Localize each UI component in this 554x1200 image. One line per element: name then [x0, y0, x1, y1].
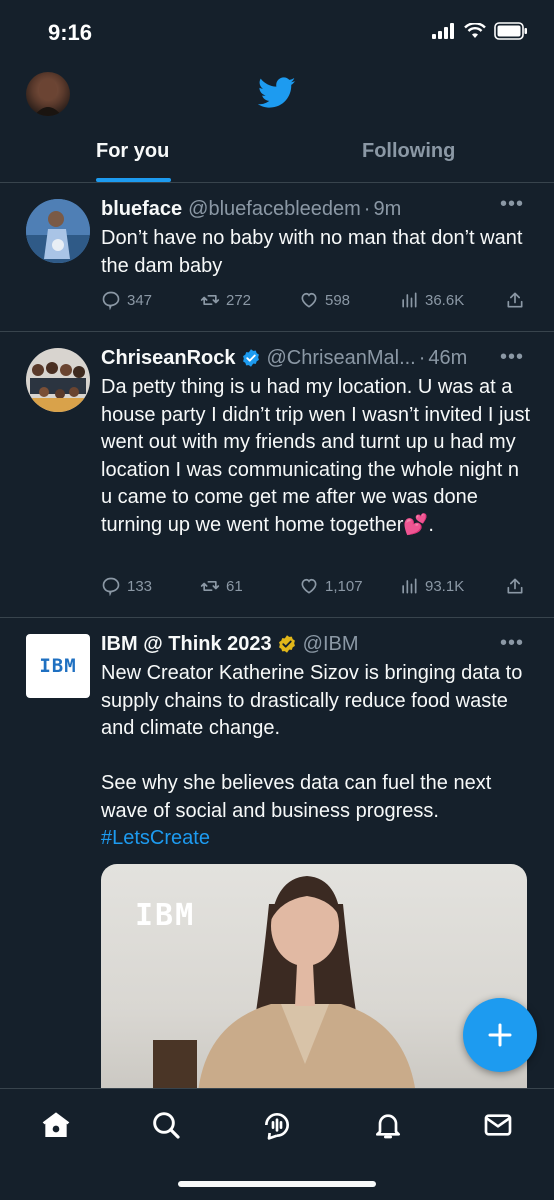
tweet-text-paragraph: See why she believes data can fuel the n… [101, 772, 497, 822]
profile-avatar[interactable] [26, 72, 70, 116]
like-button[interactable]: 598 [299, 290, 350, 310]
retweet-count: 272 [226, 291, 252, 309]
tweet-text: Don’t have no baby with no man that don’… [101, 227, 528, 277]
share-button[interactable] [505, 576, 525, 596]
tweet-actions: 133 61 1,107 93.1K [101, 576, 529, 600]
spaces-icon[interactable] [261, 1109, 293, 1141]
tweet-actions: 347 272 598 36.6K [101, 290, 529, 314]
views-icon [402, 578, 417, 594]
tweet-header: blueface @bluefacebleedem · 9m [101, 195, 401, 223]
reply-button[interactable]: 133 [101, 576, 152, 596]
views-button[interactable]: 93.1K [399, 576, 464, 596]
plus-icon [488, 1023, 512, 1047]
separator: · [418, 346, 426, 369]
messages-icon[interactable] [482, 1109, 514, 1141]
view-count: 93.1K [425, 577, 465, 595]
battery-icon [494, 22, 527, 40]
tweet[interactable]: ChriseanRock @ChriseanMal... · 46m ••• D… [0, 332, 554, 617]
timestamp[interactable]: 46m [428, 347, 467, 370]
tab-following[interactable]: Following [362, 140, 455, 163]
signal-icon [432, 23, 454, 39]
heart-icon [301, 578, 317, 594]
hashtag-link[interactable]: #LetsCreate [101, 827, 210, 849]
notifications-icon[interactable] [372, 1109, 404, 1141]
tweet-text-paragraph: New Creator Katherine Sizov is bringing … [101, 662, 528, 739]
tweet-header: IBM @ Think 2023 @IBM [101, 630, 359, 658]
views-icon [402, 292, 417, 308]
avatar[interactable] [26, 348, 90, 412]
like-count: 1,107 [325, 577, 363, 595]
media-person [153, 876, 417, 1104]
more-icon[interactable]: ••• [500, 346, 524, 369]
retweet-button[interactable]: 61 [200, 576, 243, 596]
tweet[interactable]: blueface @bluefacebleedem · 9m ••• Don’t… [0, 183, 554, 331]
twitter-bird-icon[interactable] [258, 76, 296, 110]
avatar[interactable] [26, 199, 90, 263]
display-name[interactable]: ChriseanRock [101, 347, 236, 370]
like-count: 598 [325, 291, 351, 309]
home-icon[interactable] [40, 1109, 72, 1141]
tweet-media-video[interactable]: IBM [101, 864, 527, 1104]
reply-count: 133 [127, 577, 153, 595]
more-icon[interactable]: ••• [500, 193, 524, 216]
reply-icon [102, 291, 120, 310]
verified-gold-badge-icon [278, 635, 295, 653]
reply-count: 347 [127, 291, 153, 309]
share-icon [507, 292, 523, 308]
retweet-button[interactable]: 272 [200, 290, 251, 310]
tab-for-you[interactable]: For you [96, 140, 169, 163]
retweet-icon [200, 295, 220, 305]
display-name[interactable]: IBM @ Think 2023 [101, 633, 272, 656]
home-indicator[interactable] [178, 1181, 376, 1187]
tweet-text: New Creator Katherine Sizov is bringing … [101, 660, 531, 853]
compose-tweet-button[interactable] [463, 998, 537, 1072]
retweet-icon [200, 581, 220, 591]
ibm-logo: IBM [39, 655, 77, 677]
handle[interactable]: @IBM [303, 633, 359, 656]
status-icons [432, 22, 528, 40]
handle[interactable]: @ChriseanMal... [267, 347, 416, 370]
tweet-header: ChriseanRock @ChriseanMal... · 46m [101, 344, 467, 372]
retweet-count: 61 [226, 577, 243, 595]
reply-button[interactable]: 347 [101, 290, 152, 310]
like-button[interactable]: 1,107 [299, 576, 363, 596]
avatar[interactable]: IBM [26, 634, 90, 698]
display-name[interactable]: blueface [101, 198, 182, 221]
share-button[interactable] [505, 290, 525, 310]
timestamp[interactable]: 9m [373, 198, 401, 221]
view-count: 36.6K [425, 291, 465, 309]
separator: · [363, 197, 371, 220]
status-bar: 9:16 [0, 0, 554, 66]
handle[interactable]: @bluefacebleedem [188, 198, 361, 221]
share-icon [507, 578, 523, 594]
heart-icon [301, 292, 317, 308]
more-icon[interactable]: ••• [500, 632, 524, 655]
status-time: 9:16 [48, 20, 93, 45]
wifi-icon [464, 23, 486, 38]
views-button[interactable]: 36.6K [399, 290, 464, 310]
reply-icon [102, 577, 120, 596]
search-icon[interactable] [150, 1109, 182, 1141]
tweet-text: Da petty thing is u had my location. U w… [101, 376, 536, 536]
timeline-tabs: For you Following [0, 130, 554, 182]
verified-badge-icon [242, 349, 259, 367]
